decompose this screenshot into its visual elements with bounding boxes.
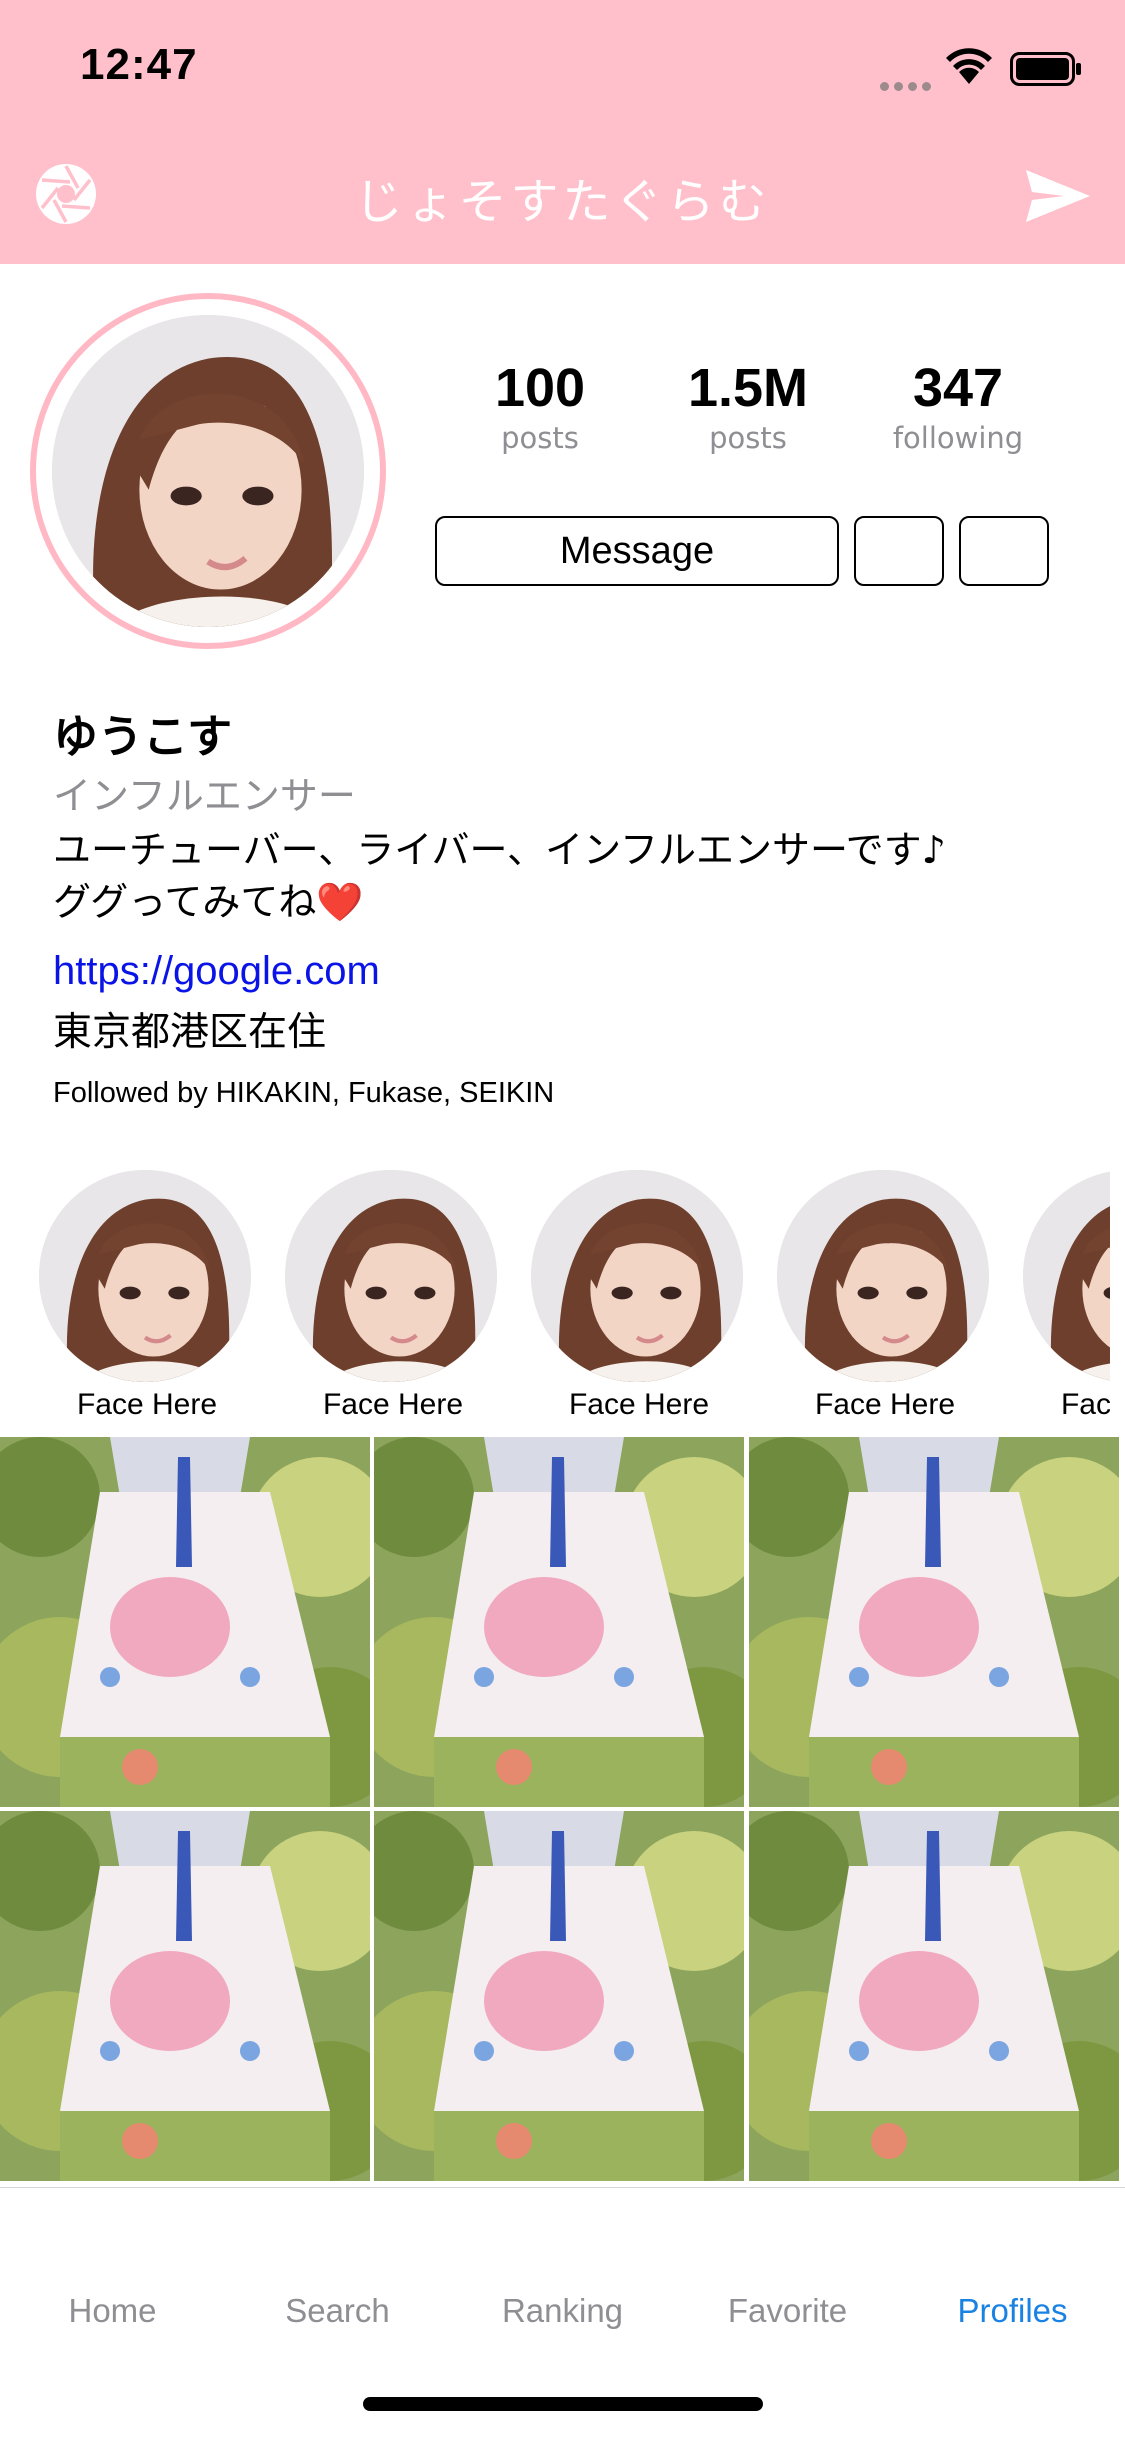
- story-label: Face Here: [76, 1388, 218, 1421]
- tab-profiles[interactable]: Profiles: [900, 2292, 1125, 2330]
- story-thumbnail: [1023, 1170, 1110, 1382]
- follow-button[interactable]: [854, 516, 944, 586]
- profile-link[interactable]: https://google.com: [53, 940, 1093, 1002]
- stat-following[interactable]: 347 following: [858, 356, 1058, 456]
- bio-line-1: ユーチューバー、ライバー、インフルエンサーです♪: [53, 828, 946, 872]
- status-bar: 12:47: [0, 0, 1125, 132]
- grid-photo[interactable]: [0, 1811, 370, 2181]
- home-indicator[interactable]: [363, 2397, 763, 2411]
- stat-label: posts: [709, 421, 787, 455]
- navigation-bar: じょそすたぐらむ: [0, 132, 1125, 264]
- stat-label: following: [892, 421, 1024, 455]
- battery-icon: [1010, 52, 1081, 86]
- stat-value: 100: [494, 358, 586, 418]
- stat-value: 1.5M: [687, 358, 809, 418]
- story-label: Face Here: [814, 1388, 956, 1421]
- stat-label: posts: [501, 421, 579, 455]
- profile-category: インフルエンサー: [53, 774, 356, 818]
- grid-photo[interactable]: [749, 1437, 1119, 1807]
- status-time: 12:47: [80, 40, 198, 89]
- tab-favorite[interactable]: Favorite: [675, 2292, 900, 2330]
- story-thumbnail: [777, 1170, 989, 1382]
- story-label: Face Here: [322, 1388, 464, 1421]
- story-thumbnail: [285, 1170, 497, 1382]
- more-options-button[interactable]: [959, 516, 1049, 586]
- wifi-icon: [946, 48, 992, 84]
- bio-line-2: ググってみてね❤️: [53, 880, 364, 924]
- stat-value: 347: [912, 358, 1004, 418]
- story-thumbnail: [531, 1170, 743, 1382]
- cellular-signal-icon: [880, 76, 936, 95]
- story-label: Face Here: [1060, 1388, 1110, 1421]
- grid-photo[interactable]: [374, 1811, 744, 2181]
- story-thumbnail: [39, 1170, 251, 1382]
- profile-bio: ゆうこす インフルエンサー ユーチューバー、ライバー、インフルエンサーです♪ グ…: [53, 706, 1093, 1116]
- tab-ranking[interactable]: Ranking: [450, 2292, 675, 2330]
- profile-avatar[interactable]: [30, 293, 386, 649]
- story-label: Face Here: [568, 1388, 710, 1421]
- tab-home[interactable]: Home: [0, 2292, 225, 2330]
- profile-name: ゆうこす: [53, 710, 233, 763]
- message-button[interactable]: Message: [435, 516, 839, 586]
- app-title: じょそすたぐらむ: [354, 174, 771, 230]
- stat-followers[interactable]: 1.5M posts: [648, 356, 848, 456]
- followed-by[interactable]: Followed by HIKAKIN, Fukase, SEIKIN: [53, 1070, 1093, 1116]
- grid-photo[interactable]: [749, 1811, 1119, 2181]
- send-icon[interactable]: [1024, 166, 1092, 226]
- profile-location: 東京都港区在住: [53, 1010, 327, 1055]
- photo-grid: [0, 1437, 1125, 2185]
- grid-photo[interactable]: [374, 1437, 744, 1807]
- stat-posts[interactable]: 100 posts: [440, 356, 640, 456]
- grid-photo[interactable]: [0, 1437, 370, 1807]
- tab-search[interactable]: Search: [225, 2292, 450, 2330]
- profile-photo: [52, 315, 364, 627]
- story-highlights: Face Here Face Here Face Here Face Here …: [0, 1170, 1110, 1430]
- profile-stats: 100 posts 1.5M posts 347 following: [440, 356, 1080, 466]
